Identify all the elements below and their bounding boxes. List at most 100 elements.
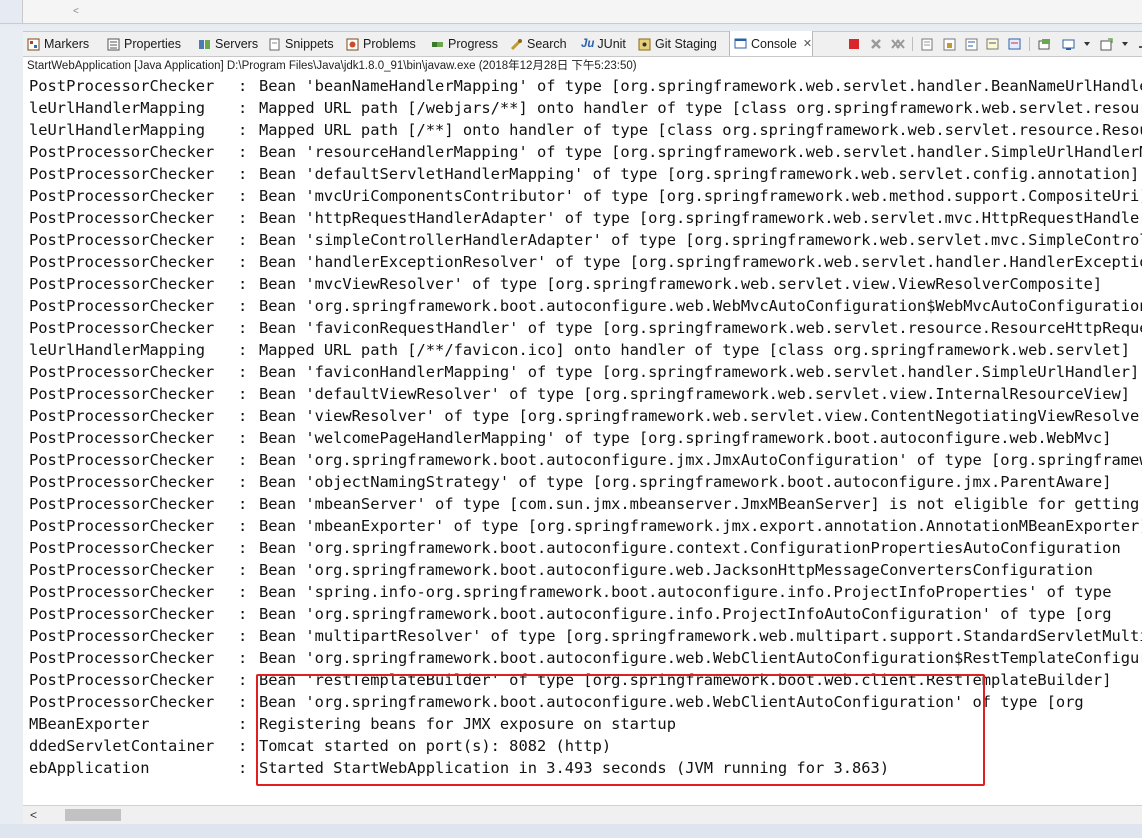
log-message: Mapped URL path [/**/favicon.ico] onto h… <box>259 341 1130 359</box>
logger-name: PostProcessorChecker <box>29 693 215 711</box>
console-line: ebApplication: Started StartWebApplicati… <box>29 757 889 779</box>
toolbar-separator <box>912 37 913 51</box>
log-message: Bean 'org.springframework.boot.autoconfi… <box>259 451 1142 469</box>
scrollbar-thumb[interactable] <box>65 809 121 821</box>
log-message: Tomcat started on port(s): 8082 (http) <box>259 737 612 755</box>
log-message: Bean 'simpleControllerHandlerAdapter' of… <box>259 231 1142 249</box>
tab-label: Search <box>527 37 567 51</box>
show-on-stderr-icon[interactable] <box>1007 36 1023 52</box>
console-line: PostProcessorChecker: Bean 'resourceHand… <box>29 141 1142 163</box>
tab-label: JUnit <box>597 37 626 51</box>
console-line: PostProcessorChecker: Bean 'org.springfr… <box>29 647 1142 669</box>
scroll-left-icon[interactable]: < <box>30 808 37 822</box>
properties-icon <box>107 38 120 51</box>
logger-name: PostProcessorChecker <box>29 77 215 95</box>
tab-console[interactable]: Console ✕ <box>729 31 814 56</box>
console-line: PostProcessorChecker: Bean 'faviconReque… <box>29 317 1142 339</box>
separator: : <box>238 473 257 491</box>
terminate-icon[interactable] <box>846 36 862 52</box>
logger-name: PostProcessorChecker <box>29 165 215 183</box>
separator: : <box>238 363 257 381</box>
console-line: PostProcessorChecker: Bean 'org.springfr… <box>29 559 1093 581</box>
console-line: PostProcessorChecker: Bean 'beanNameHand… <box>29 75 1142 97</box>
log-message: Bean 'org.springframework.boot.autoconfi… <box>259 539 1121 557</box>
servers-icon <box>198 38 211 51</box>
console-line: PostProcessorChecker: Bean 'mvcViewResol… <box>29 273 1102 295</box>
minimize-icon[interactable] <box>1135 36 1142 52</box>
log-message: Bean 'spring.info-org.springframework.bo… <box>259 583 1112 601</box>
logger-name: PostProcessorChecker <box>29 231 215 249</box>
tab-properties[interactable]: Properties <box>107 32 181 56</box>
console-line: PostProcessorChecker: Bean 'defaultServl… <box>29 163 1139 185</box>
console-output[interactable]: PostProcessorChecker: Bean 'beanNameHand… <box>23 75 1142 805</box>
problems-icon <box>346 38 359 51</box>
separator: : <box>238 319 257 337</box>
chevron-down-icon[interactable] <box>1117 36 1133 52</box>
markers-icon <box>27 38 40 51</box>
console-line: leUrlHandlerMapping: Mapped URL path [/*… <box>29 119 1142 141</box>
log-message: Bean 'multipartResolver' of type [org.sp… <box>259 627 1142 645</box>
console-line: PostProcessorChecker: Bean 'faviconHandl… <box>29 361 1139 383</box>
logger-name: PostProcessorChecker <box>29 627 215 645</box>
log-message: Bean 'mbeanServer' of type [com.sun.jmx.… <box>259 495 1140 513</box>
pin-console-icon[interactable] <box>1036 36 1052 52</box>
separator: : <box>238 253 257 271</box>
logger-name: PostProcessorChecker <box>29 561 215 579</box>
console-line: PostProcessorChecker: Bean 'org.springfr… <box>29 449 1142 471</box>
separator: : <box>238 429 257 447</box>
tab-progress[interactable]: Progress <box>431 32 498 56</box>
word-wrap-icon[interactable] <box>963 36 979 52</box>
tab-servers[interactable]: Servers <box>198 32 258 56</box>
separator: : <box>238 385 257 403</box>
tab-junit[interactable]: Ju JUnit <box>581 32 626 56</box>
logger-name: PostProcessorChecker <box>29 319 215 337</box>
tab-search[interactable]: Search <box>510 32 567 56</box>
log-message: Bean 'org.springframework.boot.autoconfi… <box>259 693 1084 711</box>
chevron-down-icon[interactable] <box>1079 36 1095 52</box>
separator: : <box>238 627 257 645</box>
junit-icon: Ju <box>581 38 595 50</box>
separator: : <box>238 297 257 315</box>
horizontal-scrollbar[interactable]: < <box>23 805 1142 824</box>
log-message: Bean 'defaultServletHandlerMapping' of t… <box>259 165 1140 183</box>
scroll-lock-icon[interactable] <box>941 36 957 52</box>
log-message: Bean 'faviconHandlerMapping' of type [or… <box>259 363 1140 381</box>
console-line: PostProcessorChecker: Bean 'httpRequestH… <box>29 207 1142 229</box>
logger-name: PostProcessorChecker <box>29 143 215 161</box>
close-icon[interactable]: ✕ <box>803 37 812 50</box>
tab-problems[interactable]: Problems <box>346 32 416 56</box>
editor-scroll-left-icon[interactable]: < <box>73 6 79 17</box>
logger-name: PostProcessorChecker <box>29 451 215 469</box>
remove-launch-icon[interactable] <box>868 36 884 52</box>
console-line: PostProcessorChecker: Bean 'restTemplate… <box>29 669 1111 691</box>
tab-snippets[interactable]: Snippets <box>268 32 334 56</box>
console-line: PostProcessorChecker: Bean 'defaultViewR… <box>29 383 1130 405</box>
logger-name: PostProcessorChecker <box>29 649 215 667</box>
logger-name: PostProcessorChecker <box>29 671 215 689</box>
open-console-icon[interactable] <box>1098 36 1114 52</box>
tab-git-staging[interactable]: Git Staging <box>638 32 717 56</box>
log-message: Mapped URL path [/**] onto handler of ty… <box>259 121 1142 139</box>
logger-name: PostProcessorChecker <box>29 495 215 513</box>
log-message: Bean 'resourceHandlerMapping' of type [o… <box>259 143 1142 161</box>
separator: : <box>238 143 257 161</box>
console-line: PostProcessorChecker: Bean 'simpleContro… <box>29 229 1142 251</box>
log-message: Bean 'beanNameHandlerMapping' of type [o… <box>259 77 1142 95</box>
show-on-stdout-icon[interactable] <box>985 36 1001 52</box>
clear-console-icon[interactable] <box>919 36 935 52</box>
tab-label: Git Staging <box>655 37 717 51</box>
logger-name: PostProcessorChecker <box>29 385 215 403</box>
separator: : <box>238 715 257 733</box>
view-tab-bar: Markers Properties Servers Snippets Prob… <box>23 31 1142 57</box>
tab-markers[interactable]: Markers <box>27 32 89 56</box>
console-line: PostProcessorChecker: Bean 'handlerExcep… <box>29 251 1142 273</box>
console-line: PostProcessorChecker: Bean 'mbeanServer'… <box>29 493 1139 515</box>
process-label: StartWebApplication [Java Application] D… <box>23 57 1142 75</box>
remove-all-icon[interactable] <box>890 36 906 52</box>
separator: : <box>238 539 257 557</box>
logger-name: leUrlHandlerMapping <box>29 341 206 359</box>
editor-area-bottom: < <box>22 0 1142 24</box>
log-message: Bean 'faviconRequestHandler' of type [or… <box>259 319 1142 337</box>
display-console-icon[interactable] <box>1060 36 1076 52</box>
logger-name: PostProcessorChecker <box>29 429 215 447</box>
